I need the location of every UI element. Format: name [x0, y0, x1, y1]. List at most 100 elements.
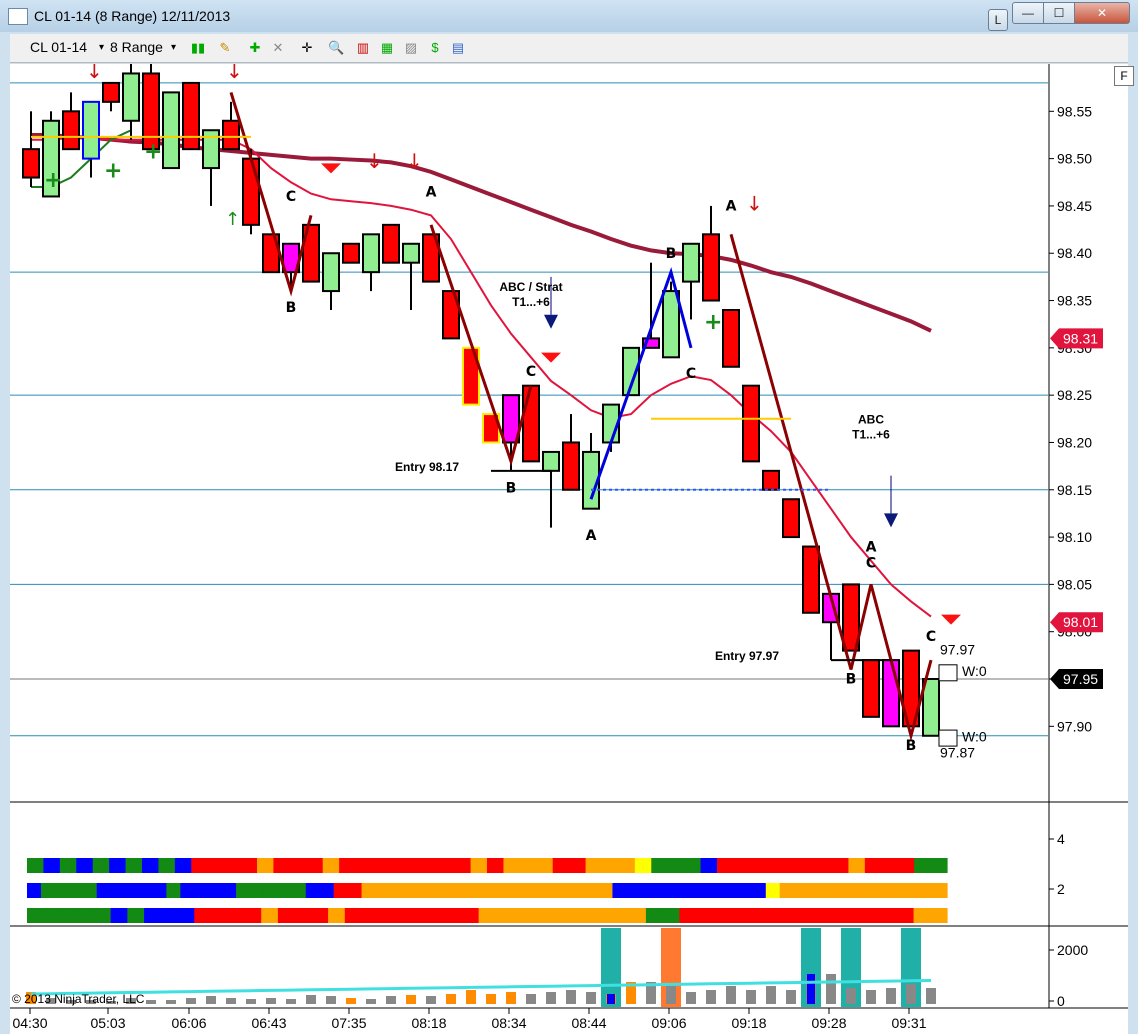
crosshair-icon[interactable]: ✛ — [299, 40, 315, 56]
zoom-in-icon[interactable]: ✚ — [247, 40, 263, 56]
indicator-bar-cell — [395, 908, 413, 923]
indicator-bar-cell — [815, 858, 833, 873]
red-triangle-icon — [541, 352, 561, 363]
indicator-bar-cell — [144, 908, 162, 923]
indicator-bar-cell — [626, 883, 641, 898]
panel2-tick-label: 2 — [1057, 881, 1065, 897]
indicator-bar-cell — [682, 883, 697, 898]
close-button[interactable]: ✕ — [1074, 2, 1130, 24]
indicator-bar-cell — [257, 858, 275, 873]
indicator-bar-cell — [863, 908, 881, 923]
f-button[interactable]: F — [1114, 66, 1134, 86]
indicator-bar-cell — [751, 883, 767, 898]
indicator-bar-cell — [835, 883, 851, 898]
minimize-button[interactable]: — — [1012, 2, 1044, 24]
indicator-bar-cell — [194, 883, 209, 898]
indicator-bar-cell — [514, 883, 530, 898]
candle-body — [762, 469, 780, 491]
zoom-out-icon[interactable]: ✕ — [270, 40, 286, 56]
panel2-tick-label: 4 — [1057, 831, 1065, 847]
indicator-bar-cell — [160, 908, 179, 923]
x-tick-label: 05:03 — [90, 1015, 125, 1031]
indicator-bar-cell — [668, 883, 683, 898]
red-triangle-icon — [321, 163, 341, 174]
indicator-bar-cell — [166, 883, 181, 898]
indicator-bar-cell — [651, 858, 669, 873]
candle-body — [562, 441, 580, 491]
candle-body — [182, 81, 200, 151]
instrument-selector[interactable]: CL 01-14 — [30, 39, 87, 55]
magnifier-icon[interactable]: 🔍 — [328, 40, 344, 56]
indicator-bar-cell — [598, 883, 614, 898]
indicator-bar-cell — [807, 883, 823, 898]
maximize-button[interactable]: ☐ — [1043, 2, 1075, 24]
indicator-bar-cell — [224, 858, 242, 873]
indicators-icon[interactable]: ▥ — [355, 40, 371, 56]
y-tick-label: 98.05 — [1057, 576, 1092, 592]
dollar-icon[interactable]: $ — [427, 40, 443, 56]
y-tick-label: 97.90 — [1057, 718, 1092, 734]
indicator-bar-cell — [782, 858, 800, 873]
indicator-bar-cell — [645, 908, 664, 923]
indicator-bar-cell — [881, 858, 899, 873]
period-dropdown-icon[interactable]: ▾ — [171, 42, 176, 53]
chart-image-icon[interactable]: ▨ — [403, 40, 419, 56]
indicator-bar-cell — [191, 858, 209, 873]
panel3-tick-label: 0 — [1057, 993, 1065, 1009]
down-arrow-icon: ↓ — [366, 149, 383, 173]
plus-signal-icon: + — [104, 159, 122, 184]
indicator-bar-cell — [710, 883, 725, 898]
indicator-bar-cell — [372, 858, 390, 873]
indicator-bar-cell — [930, 858, 948, 873]
indicator-bar-cell — [813, 908, 831, 923]
volume-bar — [526, 994, 536, 1004]
properties-icon[interactable]: ▤ — [450, 40, 466, 56]
abc-label: C — [866, 555, 876, 571]
volume-bar — [506, 992, 516, 1004]
indicator-bar-cell — [679, 908, 697, 923]
bar-style-icon[interactable]: ▮▮ — [190, 40, 206, 56]
indicator-bar-cell — [361, 908, 379, 923]
x-tick-label: 09:06 — [651, 1015, 686, 1031]
down-arrow-icon: ↓ — [746, 192, 763, 216]
indicator-bar-cell — [43, 858, 61, 873]
chart-toolbar: CL 01-14 ▾ 8 Range ▾ ▮▮ ✎ ✚ ✕ ✛ 🔍 ▥ ▦ ▨ … — [10, 34, 1128, 63]
indicator-bar-cell — [500, 883, 516, 898]
indicator-bar-cell — [495, 908, 513, 923]
pencil-draw-icon[interactable]: ✎ — [217, 40, 233, 56]
instrument-dropdown-icon[interactable]: ▾ — [99, 42, 104, 53]
down-arrow-icon: ↓ — [406, 149, 423, 173]
indicator-bar-cell — [552, 858, 570, 873]
x-tick-label: 09:31 — [891, 1015, 926, 1031]
indicator-bar-cell — [428, 908, 446, 923]
indicator-bar-cell — [733, 858, 751, 873]
candle-body — [242, 157, 260, 226]
note-label: T1...+6 — [512, 295, 550, 309]
indicator-bar-cell — [519, 858, 537, 873]
indicator-bar-cell — [180, 883, 195, 898]
candle-body — [22, 148, 40, 179]
indicator-bar-cell — [124, 883, 140, 898]
indicator-bar-cell — [584, 883, 600, 898]
l-button[interactable]: L — [988, 9, 1008, 31]
indicator-bar-cell — [319, 883, 335, 898]
volume-bar — [726, 986, 736, 1004]
indicator-bar-cell — [503, 858, 521, 873]
indicator-bar-cell — [700, 858, 718, 873]
strategies-icon[interactable]: ▦ — [379, 40, 395, 56]
chart-panel: ↓↓↓↓↓++++↑ACBACBABCAACBCBABC / StratT1..… — [10, 64, 1134, 1034]
indicator-bar-cell — [640, 883, 655, 898]
period-selector[interactable]: 8 Range — [110, 39, 163, 55]
indicator-bar-cell — [618, 858, 636, 873]
indicator-bar-cell — [273, 858, 291, 873]
indicator-bar-cell — [174, 858, 192, 873]
x-tick-label: 08:44 — [571, 1015, 606, 1031]
indicator-bar-cell — [306, 858, 324, 873]
indicator-bar-cell — [445, 908, 463, 923]
candle-body — [362, 233, 380, 274]
price-chart[interactable]: ↓↓↓↓↓++++↑ACBACBABCAACBCBABC / StratT1..… — [10, 64, 1128, 1034]
indicator-bar-cell — [82, 883, 98, 898]
indicator-bar-cell — [470, 858, 488, 873]
x-tick-label: 08:34 — [491, 1015, 526, 1031]
indicator-bar-cell — [746, 908, 764, 923]
